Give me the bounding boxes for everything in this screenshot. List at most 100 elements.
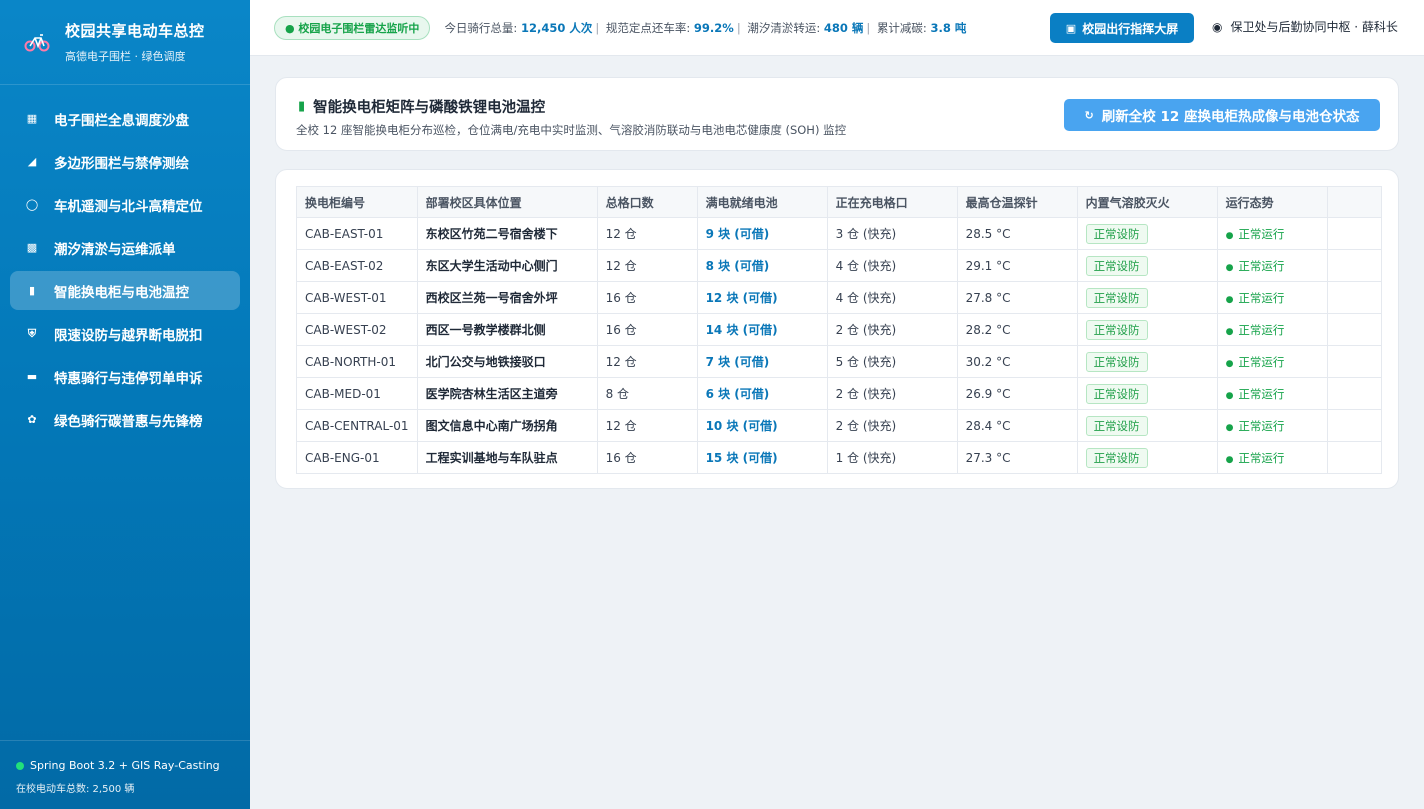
ready-batteries-cell: 14 块 (可借) bbox=[696, 313, 828, 346]
footer-vehicle-count: 在校电动车总数: 2,500 辆 bbox=[16, 784, 135, 795]
fire-status-tag: 正常设防 bbox=[1085, 287, 1148, 308]
sidebar-item-label: 智能换电柜与电池温控 bbox=[54, 284, 189, 301]
charging-slots-cell: 5 仓 (快充) bbox=[826, 345, 958, 378]
seedling-icon: ✿ bbox=[27, 413, 37, 426]
truck-icon: ▩ bbox=[26, 241, 38, 254]
column-header: 换电柜编号 bbox=[296, 186, 418, 218]
table-body: CAB-EAST-01 东校区竹苑二号宿舍楼下 12 仓9 块 (可借) 3 仓 (快… bbox=[296, 217, 1382, 474]
total-slots-cell: 8 仓 bbox=[596, 377, 698, 410]
sidebar-item-label: 车机遥测与北斗高精定位 bbox=[54, 198, 203, 215]
max-temp-cell: 29.1 °C bbox=[956, 249, 1078, 282]
table-row[interactable]: CAB-EAST-02 东区大学生活动中心侧门 12 仓8 块 (可借) 4 仓 (快… bbox=[296, 249, 1382, 282]
run-status-text: 正常运行 bbox=[1226, 451, 1285, 465]
stat-carbon-value: 3.8 吨 bbox=[930, 20, 967, 35]
stat-rides-value: 12,450 人次 bbox=[520, 20, 593, 35]
column-header: 总格口数 bbox=[596, 186, 698, 218]
column-header: 运行态势 bbox=[1216, 186, 1328, 218]
sidebar-item-6[interactable]: ⛨ 限速设防与越界断电脱扣 bbox=[10, 314, 240, 353]
column-header: 满电就绪电池 bbox=[696, 186, 828, 218]
map-icon: ▦ bbox=[26, 112, 38, 125]
table-row[interactable]: CAB-EAST-01 东校区竹苑二号宿舍楼下 12 仓9 块 (可借) 3 仓 (快… bbox=[296, 217, 1382, 250]
sidebar-item-3[interactable]: ◯ 车机遥测与北斗高精定位 bbox=[10, 185, 240, 224]
cabinet-location-cell: 图文信息中心南广场拐角 bbox=[416, 409, 598, 442]
max-temp-cell: 28.5 °C bbox=[956, 217, 1078, 250]
table-row[interactable]: CAB-ENG-01 工程实训基地与车队驻点 16 仓 15 块 (可借) 1 仓 (快… bbox=[296, 441, 1382, 474]
sidebar-item-7[interactable]: ▬ 特惠骑行与违停罚单申诉 bbox=[10, 357, 240, 396]
brand-title: 校园共享电动车总控 bbox=[65, 22, 205, 40]
column-header: 正在充电格口 bbox=[826, 186, 958, 218]
sidebar-item-5[interactable]: ▮ 智能换电柜与电池温控 bbox=[10, 271, 240, 310]
total-slots-cell: 12 仓 bbox=[596, 249, 698, 282]
brand-subtitle: 高德电子围栏 · 绿色调度 bbox=[65, 50, 186, 63]
stat-carbon-label: 累计减碳: bbox=[876, 20, 927, 35]
stat-return-label: 规范定点还车率: bbox=[605, 20, 691, 35]
run-status-text: 正常运行 bbox=[1226, 355, 1285, 369]
column-header: 最高仓温探针 bbox=[956, 186, 1078, 218]
cabinet-id-cell: CAB-MED-01 bbox=[296, 377, 418, 410]
cabinet-table: 换电柜编号 部署校区具体位置 总格口数 满电就绪电池 正在充电格口 最高仓温探针 内置气溶胶… bbox=[296, 186, 1382, 474]
fire-suppression-cell: 正常设防 bbox=[1076, 281, 1218, 314]
user-info[interactable]: ◉ 保卫处与后勤协同中枢 · 薛科长 bbox=[1212, 18, 1398, 35]
run-status-cell: 正常运行 bbox=[1216, 313, 1328, 346]
ready-batteries-cell: 9 块 (可借) bbox=[696, 217, 828, 250]
table-row[interactable]: CAB-NORTH-01 北门公交与地铁接驳口 12 仓7 块 (可借) 5 仓 (快… bbox=[296, 345, 1382, 378]
fire-suppression-cell: 正常设防 bbox=[1076, 217, 1218, 250]
refresh-cabinets-button[interactable]: ↻ 刷新全校 12 座换电柜热成像与电池仓状态 bbox=[1064, 99, 1380, 131]
run-status-cell: 正常运行 bbox=[1216, 345, 1328, 378]
max-temp-cell: 26.9 °C bbox=[956, 377, 1078, 410]
sidebar-item-4[interactable]: ▩ 潮汐清淤与运维派单 bbox=[10, 228, 240, 267]
max-temp-cell: 27.8 °C bbox=[956, 281, 1078, 314]
filler-cell bbox=[1326, 409, 1382, 442]
footer-tech: Spring Boot 3.2 + GIS Ray-Casting bbox=[30, 759, 220, 772]
table-row[interactable]: CAB-WEST-01 西校区兰苑一号宿舍外坪 16 仓 12 块 (可借) 4 仓 (… bbox=[296, 281, 1382, 314]
ready-batteries-cell: 15 块 (可借) bbox=[696, 441, 828, 474]
bicycle-icon: ◯ bbox=[25, 198, 39, 211]
cabinet-table-card: 换电柜编号 部署校区具体位置 总格口数 满电就绪电池 正在充电格口 最高仓温探针 内置气溶胶… bbox=[275, 169, 1399, 489]
sidebar-item-8[interactable]: ✿ 绿色骑行碳普惠与先锋榜 bbox=[10, 400, 240, 439]
run-status-text: 正常运行 bbox=[1226, 387, 1285, 401]
brand: 校园共享电动车总控 高德电子围栏 · 绿色调度 bbox=[0, 0, 250, 85]
sidebar-item-1[interactable]: ▦ 电子围栏全息调度沙盘 bbox=[10, 99, 240, 138]
sidebar-item-label: 电子围栏全息调度沙盘 bbox=[54, 112, 189, 129]
run-status-cell: 正常运行 bbox=[1216, 409, 1328, 442]
sidebar-item-label: 绿色骑行碳普惠与先锋榜 bbox=[54, 413, 203, 430]
filler-cell bbox=[1326, 377, 1382, 410]
battery-icon: ▮ bbox=[28, 284, 36, 297]
charging-slots-cell: 4 仓 (快充) bbox=[826, 249, 958, 282]
table-row[interactable]: CAB-WEST-02 西区一号教学楼群北侧 16 仓 14 块 (可借) 2 仓 (快… bbox=[296, 313, 1382, 346]
stat-return-value: 99.2% bbox=[693, 20, 734, 35]
run-status-text: 正常运行 bbox=[1226, 227, 1285, 241]
bicycle-logo-icon bbox=[24, 34, 50, 52]
run-status-cell: 正常运行 bbox=[1216, 217, 1328, 250]
stat-rides-label: 今日骑行总量: bbox=[444, 20, 518, 35]
table-row[interactable]: CAB-MED-01 医学院杏林生活区主道旁 8 仓6 块 (可借) 2 仓 (快充)… bbox=[296, 377, 1382, 410]
fire-suppression-cell: 正常设防 bbox=[1076, 345, 1218, 378]
table-row[interactable]: CAB-CENTRAL-01 图文信息中心南广场拐角 12 仓 10 块 (可借) 2 … bbox=[296, 409, 1382, 442]
filler-cell bbox=[1326, 281, 1382, 314]
cabinet-location-cell: 西区一号教学楼群北侧 bbox=[416, 313, 598, 346]
column-header: 内置气溶胶灭火 bbox=[1076, 186, 1218, 218]
ready-batteries-cell: 8 块 (可借) bbox=[696, 249, 828, 282]
cabinet-location-cell: 北门公交与地铁接驳口 bbox=[416, 345, 598, 378]
filler-cell bbox=[1326, 249, 1382, 282]
sidebar-nav: ▦ 电子围栏全息调度沙盘 ◢ 多边形围栏与禁停测绘 ◯ 车机遥测与北斗高精定位 ▩ 潮汐清淤与… bbox=[0, 85, 250, 439]
filler-cell bbox=[1326, 313, 1382, 346]
command-screen-button[interactable]: ▣ 校园出行指挥大屏 bbox=[1050, 13, 1194, 43]
run-status-cell: 正常运行 bbox=[1216, 377, 1328, 410]
stat-tidal-label: 潮汐清淤转运: bbox=[747, 20, 821, 35]
ready-batteries-cell: 12 块 (可借) bbox=[696, 281, 828, 314]
total-slots-cell: 16 仓 bbox=[596, 313, 698, 346]
cabinet-id-cell: CAB-WEST-01 bbox=[296, 281, 418, 314]
max-temp-cell: 27.3 °C bbox=[956, 441, 1078, 474]
cabinet-id-cell: CAB-NORTH-01 bbox=[296, 345, 418, 378]
topbar: ● 校园电子围栏雷达监听中 今日骑行总量: 12,450 人次 | 规范定点还车率… bbox=[250, 0, 1424, 56]
section-header-card: ▮ 智能换电柜矩阵与磷酸铁锂电池温控 全校 12 座智能换电柜分布巡检，仓位满电… bbox=[275, 77, 1399, 151]
table-header-row: 换电柜编号 部署校区具体位置 总格口数 满电就绪电池 正在充电格口 最高仓温探针 内置气溶胶… bbox=[296, 186, 1382, 218]
sidebar-item-label: 特惠骑行与违停罚单申诉 bbox=[54, 370, 203, 387]
officer-icon: ◉ bbox=[1212, 19, 1223, 34]
filler-cell bbox=[1326, 441, 1382, 474]
refresh-icon: ↻ bbox=[1084, 108, 1094, 122]
sidebar-item-2[interactable]: ◢ 多边形围栏与禁停测绘 bbox=[10, 142, 240, 181]
run-status-text: 正常运行 bbox=[1226, 323, 1285, 337]
run-status-cell: 正常运行 bbox=[1216, 441, 1328, 474]
